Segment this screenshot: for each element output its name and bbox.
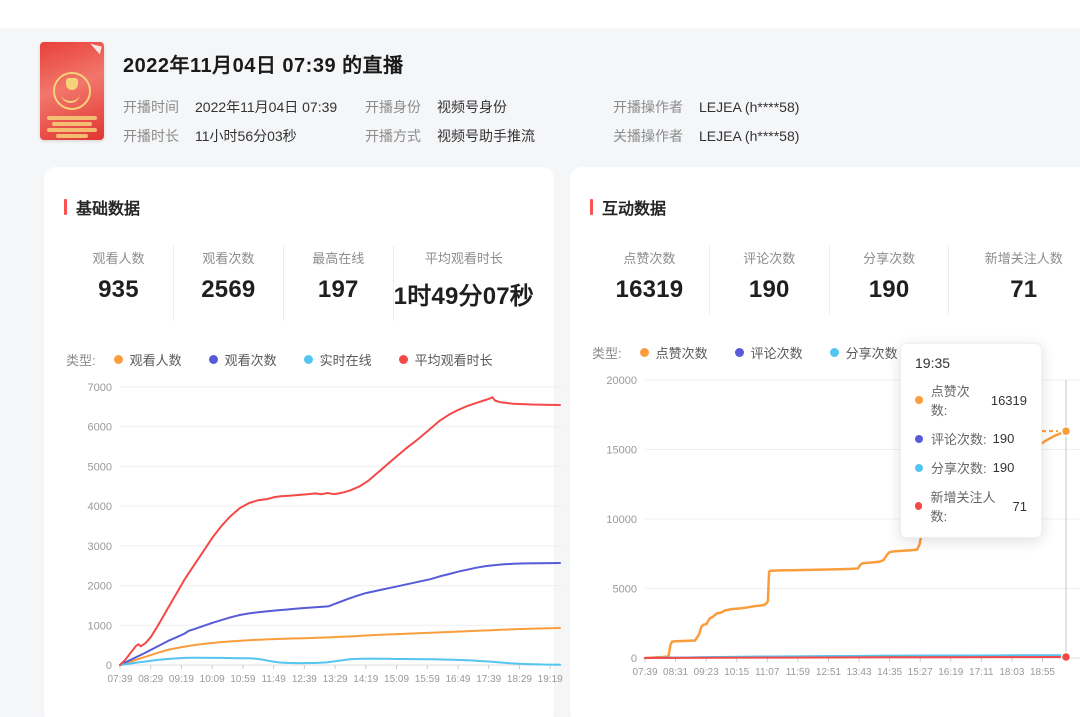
svg-text:15:27: 15:27	[908, 667, 933, 678]
svg-text:08:31: 08:31	[663, 667, 688, 678]
info-stream-method: 开播方式 视频号助手推流	[365, 122, 613, 151]
stat-shares: 分享次数 190	[830, 246, 950, 314]
svg-text:16:19: 16:19	[938, 667, 963, 678]
svg-text:5000: 5000	[88, 461, 112, 473]
data-cards-row: 基础数据 观看人数 935 观看次数 2569 最高在线 197 平均观看时长 …	[44, 167, 1080, 717]
svg-text:4000: 4000	[88, 501, 112, 513]
info-identity: 开播身份 视频号身份	[365, 93, 613, 122]
svg-text:2000: 2000	[88, 581, 112, 593]
legend-item-views[interactable]: 观看次数	[209, 350, 277, 369]
stat-peak-online: 最高在线 197	[284, 246, 394, 321]
basic-stats-row: 观看人数 935 观看次数 2569 最高在线 197 平均观看时长 1时49分…	[64, 246, 534, 321]
svg-text:11:59: 11:59	[786, 667, 811, 678]
svg-text:18:55: 18:55	[1030, 667, 1055, 678]
basic-trend-chart[interactable]: 0 1000 2000 3000 4000 5000 6000 7000 07:39 08:29 0…	[64, 375, 534, 698]
svg-text:18:03: 18:03	[999, 667, 1024, 678]
svg-text:20000: 20000	[606, 375, 637, 387]
svg-text:18:29: 18:29	[507, 674, 532, 685]
svg-text:0: 0	[631, 653, 637, 665]
tooltip-time: 19:35	[915, 355, 1027, 371]
info-start-time: 开播时间 2022年11月04日 07:39	[123, 93, 365, 122]
legend-dot	[114, 355, 123, 364]
svg-text:14:35: 14:35	[877, 667, 902, 678]
stat-comments: 评论次数 190	[710, 246, 830, 314]
interaction-section-title: 互动数据	[590, 195, 1080, 219]
info-start-operator: 开播操作者 LEJEA (h****58)	[613, 93, 799, 122]
svg-text:11:07: 11:07	[755, 667, 780, 678]
chart-tooltip: 19:35 点赞次数: 16319 评论次数: 190 分享次数: 190 新增…	[900, 343, 1042, 538]
svg-text:7000: 7000	[88, 382, 112, 394]
legend-item-online[interactable]: 实时在线	[304, 350, 372, 369]
svg-text:16:49: 16:49	[445, 674, 470, 685]
svg-text:0: 0	[106, 660, 112, 672]
basic-trend-chart-svg: 0 1000 2000 3000 4000 5000 6000 7000 07:39 08:29 0…	[64, 375, 564, 693]
stat-new-followers: 新增关注人数 71	[949, 246, 1080, 314]
legend-dot	[399, 355, 408, 364]
svg-text:10:59: 10:59	[230, 674, 255, 685]
svg-text:12:39: 12:39	[292, 674, 317, 685]
legend-dot	[735, 348, 744, 357]
svg-text:09:23: 09:23	[694, 667, 719, 678]
svg-text:12:51: 12:51	[816, 667, 841, 678]
stat-views: 观看次数 2569	[174, 246, 284, 321]
tooltip-row-likes: 点赞次数: 16319	[915, 381, 1027, 419]
svg-text:13:29: 13:29	[323, 674, 348, 685]
svg-text:08:29: 08:29	[138, 674, 163, 685]
interaction-data-card: 互动数据 点赞次数 16319 评论次数 190 分享次数 190 新增关注人数…	[570, 167, 1080, 717]
live-cover-thumbnail	[40, 42, 104, 140]
svg-text:15000: 15000	[606, 445, 637, 457]
svg-text:5000: 5000	[613, 584, 637, 596]
emblem-icon	[53, 72, 91, 110]
svg-text:10000: 10000	[606, 514, 637, 526]
svg-text:3000: 3000	[88, 541, 112, 553]
svg-text:6000: 6000	[88, 422, 112, 434]
legend-item-avg-watch[interactable]: 平均观看时长	[399, 350, 493, 369]
svg-text:09:19: 09:19	[169, 674, 194, 685]
svg-text:17:39: 17:39	[476, 674, 501, 685]
legend-dot	[304, 355, 313, 364]
top-bar	[0, 0, 1080, 28]
live-session-header: 2022年11月04日 07:39 的直播 开播时间 2022年11月04日 0…	[0, 28, 1080, 151]
legend-dot	[915, 464, 923, 472]
dove-icon	[88, 44, 102, 55]
interaction-stats-row: 点赞次数 16319 评论次数 190 分享次数 190 新增关注人数 71	[590, 246, 1080, 314]
svg-text:1000: 1000	[88, 620, 112, 632]
info-duration: 开播时长 11小时56分03秒	[123, 122, 365, 151]
legend-dot	[915, 396, 923, 404]
svg-text:17:11: 17:11	[969, 667, 994, 678]
legend-item-comments[interactable]: 评论次数	[735, 343, 803, 362]
basic-data-card: 基础数据 观看人数 935 观看次数 2569 最高在线 197 平均观看时长 …	[44, 167, 554, 717]
svg-text:07:39: 07:39	[632, 667, 657, 678]
title-accent-bar	[590, 199, 593, 215]
legend-item-viewers[interactable]: 观看人数	[114, 350, 182, 369]
svg-text:11:49: 11:49	[261, 674, 286, 685]
page-title: 2022年11月04日 07:39 的直播	[123, 49, 799, 78]
svg-text:14:19: 14:19	[353, 674, 378, 685]
svg-text:13:43: 13:43	[847, 667, 872, 678]
tooltip-row-shares: 分享次数: 190	[915, 458, 1027, 477]
legend-dot	[640, 348, 649, 357]
info-end-operator: 关播操作者 LEJEA (h****58)	[613, 122, 799, 151]
svg-text:15:09: 15:09	[384, 674, 409, 685]
svg-text:07:39: 07:39	[107, 674, 132, 685]
legend-dot	[915, 502, 922, 510]
svg-text:15:59: 15:59	[415, 674, 440, 685]
stat-likes: 点赞次数 16319	[590, 246, 710, 314]
svg-text:10:09: 10:09	[200, 674, 225, 685]
basic-legend: 类型: 观看人数 观看次数 实时在线 平均观看时长	[64, 350, 534, 369]
tooltip-row-comments: 评论次数: 190	[915, 429, 1027, 448]
stat-viewers: 观看人数 935	[64, 246, 174, 321]
stat-avg-watch-time: 平均观看时长 1时49分07秒	[394, 246, 534, 321]
svg-text:10:15: 10:15	[724, 667, 749, 678]
legend-item-likes[interactable]: 点赞次数	[640, 343, 708, 362]
legend-item-shares[interactable]: 分享次数	[830, 343, 898, 362]
legend-dot	[209, 355, 218, 364]
legend-dot	[830, 348, 839, 357]
svg-text:19:19: 19:19	[538, 674, 563, 685]
basic-section-title: 基础数据	[64, 195, 534, 219]
title-accent-bar	[64, 199, 67, 215]
tooltip-row-new-followers: 新增关注人数: 71	[915, 487, 1027, 525]
legend-dot	[915, 435, 923, 443]
live-info-grid: 开播时间 2022年11月04日 07:39 开播时长 11小时56分03秒 开…	[123, 93, 799, 151]
